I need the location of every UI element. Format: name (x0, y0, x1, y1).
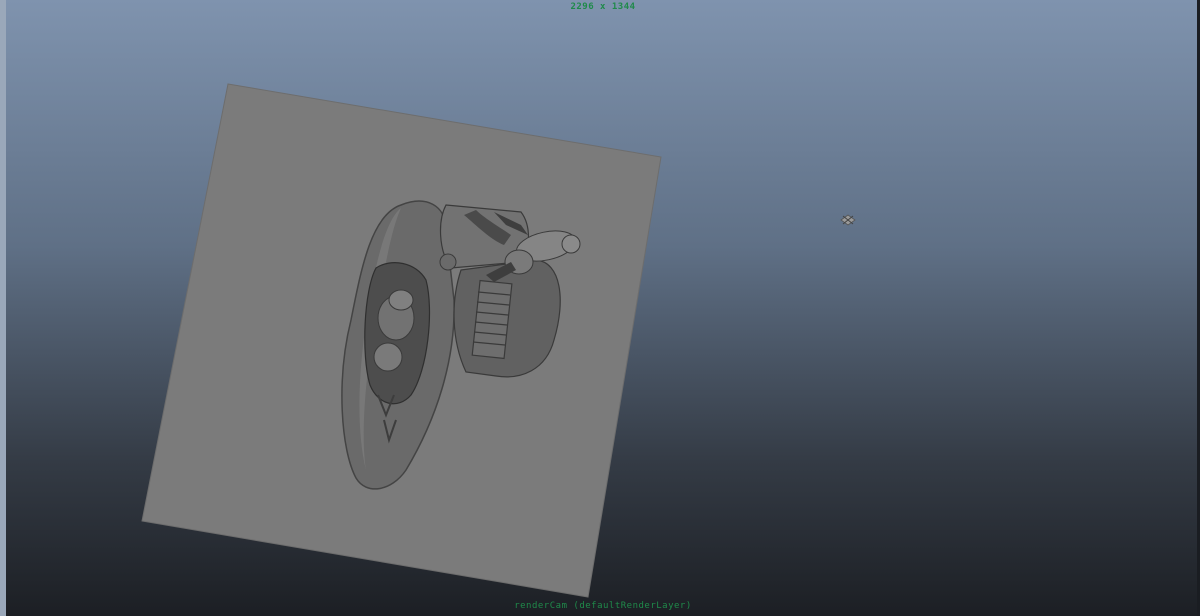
pilot-shoulder (388, 289, 414, 311)
camera-name-label: renderCam (defaultRenderLayer) (514, 601, 692, 611)
pilot-head (373, 342, 403, 372)
maya-viewport[interactable]: 2296 x 1344 renderCam (defaultRenderLaye… (0, 0, 1200, 616)
scene-render (141, 83, 856, 598)
wheel (439, 253, 457, 271)
camera-locator-icon[interactable] (840, 214, 856, 226)
